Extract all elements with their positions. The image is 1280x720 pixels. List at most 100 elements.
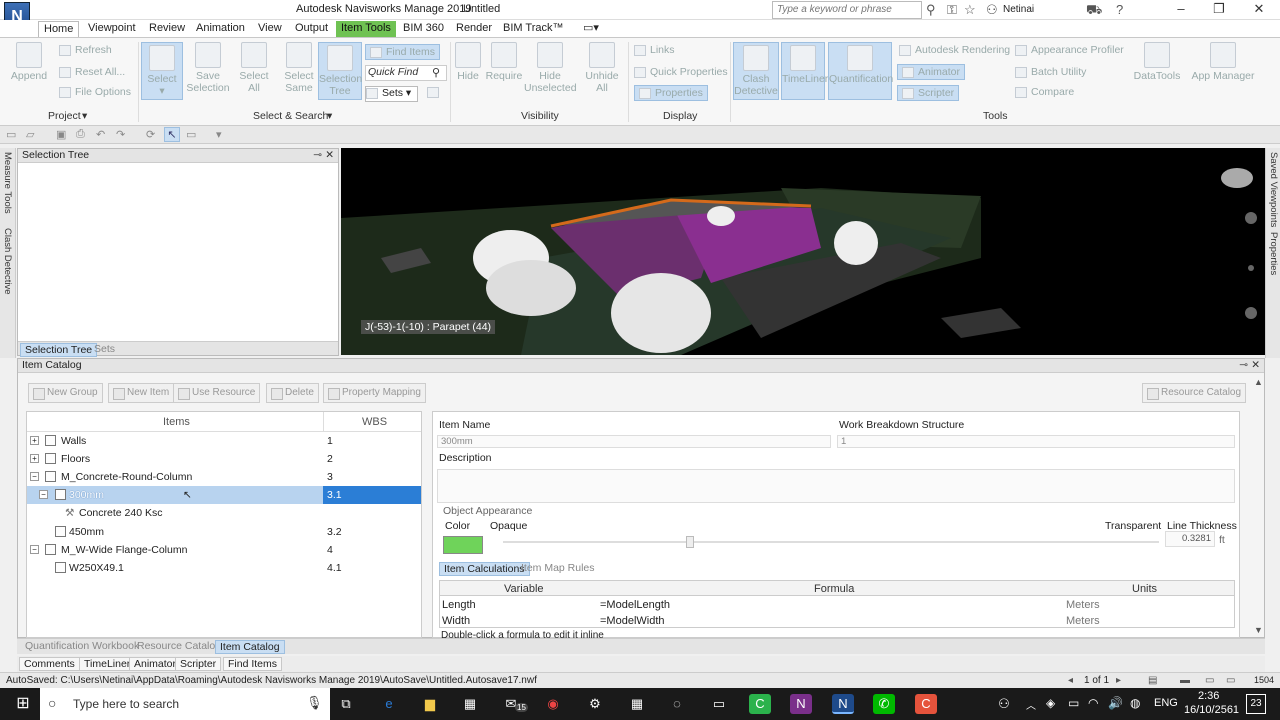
tray-app-icon-2[interactable]: ▭	[1068, 696, 1079, 710]
select-cursor-icon[interactable]: ↖	[164, 127, 180, 142]
tab-render[interactable]: Render	[451, 21, 497, 37]
saved-viewpoints-tab[interactable]: Saved Viewpoints	[1268, 152, 1279, 227]
cart-icon[interactable]: ⛟	[1086, 2, 1102, 20]
edge-icon[interactable]: e	[378, 694, 400, 714]
line-icon[interactable]: ✆	[873, 694, 895, 714]
select-search-group-label[interactable]: Select & Search	[253, 110, 328, 122]
tab-scripter[interactable]: Scripter	[175, 657, 222, 671]
chevron-down-icon[interactable]: ▾	[327, 110, 332, 122]
taskbar-search-input[interactable]: ○ Type here to search 🎙	[40, 688, 330, 720]
require-button[interactable]: Require	[485, 42, 523, 82]
quantification-button[interactable]: Quantification	[828, 42, 893, 100]
formula-column-header[interactable]: Formula	[814, 583, 854, 595]
help-icon[interactable]: ?	[1116, 2, 1123, 17]
tab-item-catalog[interactable]: Item Catalog	[215, 640, 285, 654]
chevron-down-icon[interactable]: ▾	[82, 110, 87, 122]
datatools-button[interactable]: DataTools	[1133, 42, 1181, 82]
scroll-down-icon[interactable]: ▼	[1254, 625, 1263, 635]
close-icon[interactable]: ✕	[1251, 359, 1260, 372]
table-row[interactable]: Width =ModelWidth Meters	[440, 613, 1234, 627]
select-same-button[interactable]: Select Same	[279, 42, 319, 94]
customize-icon[interactable]: ▾	[216, 128, 222, 141]
3d-viewport[interactable]: J(-53)-1(-10) : Parapet (44)	[341, 148, 1265, 355]
hide-unselected-button[interactable]: Hide Unselected	[524, 42, 577, 94]
tab-viewpoint[interactable]: Viewpoint	[83, 21, 141, 37]
wifi-icon[interactable]: ◠	[1088, 696, 1098, 710]
appearance-profiler-button[interactable]: Appearance Profiler	[1015, 44, 1124, 56]
sets-manage-button[interactable]	[427, 86, 443, 98]
save-selection-button[interactable]: Save Selection	[186, 42, 230, 94]
tab-item-tools[interactable]: Item Tools	[336, 21, 396, 37]
calculator-icon[interactable]: ▦	[626, 694, 648, 714]
signin-icon[interactable]: ⚿	[947, 2, 957, 18]
user-icon[interactable]: ⚇	[986, 2, 998, 18]
property-mapping-button[interactable]: Property Mapping	[323, 383, 426, 403]
print-icon[interactable]: ⎙	[76, 128, 85, 141]
tab-timeliner[interactable]: TimeLiner	[79, 657, 136, 671]
refresh-icon[interactable]: ⟳	[146, 128, 155, 141]
navisworks-taskbar-icon[interactable]: N	[832, 694, 854, 714]
store-icon[interactable]: ▦	[459, 694, 481, 714]
links-button[interactable]: Links	[634, 44, 675, 56]
volume-icon[interactable]: 🔊	[1108, 696, 1123, 710]
tab-bim360[interactable]: BIM 360	[398, 21, 449, 37]
wbs-field[interactable]: 1	[837, 435, 1235, 448]
resource-catalog-button[interactable]: Resource Catalog	[1142, 383, 1247, 403]
new-group-button[interactable]: New Group	[28, 383, 103, 403]
tab-view[interactable]: View	[253, 21, 287, 37]
action-center-icon[interactable]: 23	[1246, 694, 1266, 714]
file-options-button[interactable]: File Options	[59, 86, 131, 98]
refresh-button[interactable]: Refresh	[59, 44, 112, 56]
new-item-button[interactable]: New Item	[108, 383, 175, 403]
next-sheet-icon[interactable]: ▸	[1116, 673, 1121, 688]
properties-tab[interactable]: Properties	[1268, 232, 1279, 275]
task-view-icon[interactable]: ⧉	[335, 694, 357, 714]
new-icon[interactable]: ▭	[6, 128, 16, 141]
color-swatch[interactable]	[443, 536, 483, 554]
selection-tree-button[interactable]: Selection Tree	[318, 42, 362, 100]
app-icon-2[interactable]: ◌	[666, 694, 688, 714]
clash-detective-tab[interactable]: Clash Detective	[2, 228, 13, 295]
scroll-up-icon[interactable]: ▲	[1254, 377, 1263, 387]
save-icon[interactable]: ▣	[56, 128, 66, 141]
table-row[interactable]: Length =ModelLength Meters	[440, 597, 1234, 613]
window-icon[interactable]: ▭	[186, 128, 196, 141]
batch-utility-button[interactable]: Batch Utility	[1015, 66, 1086, 78]
tab-item-calculations[interactable]: Item Calculations	[439, 562, 530, 576]
language-indicator[interactable]: ENG	[1154, 697, 1178, 709]
tab-animation[interactable]: Animation	[191, 21, 250, 37]
prev-sheet-icon[interactable]: ◂	[1068, 673, 1073, 688]
app-icon[interactable]: ⚙	[584, 694, 606, 714]
append-button[interactable]: Append	[8, 42, 50, 82]
tree-row[interactable]: + Walls 1	[27, 432, 421, 450]
select-all-button[interactable]: Select All	[234, 42, 274, 94]
project-group-label[interactable]: Project	[48, 110, 81, 122]
select-button[interactable]: Select ▾	[141, 42, 183, 100]
user-name[interactable]: Netinai	[1003, 4, 1034, 15]
windows-start-icon[interactable]: ⊞	[12, 694, 34, 714]
tab-options-icon[interactable]: ▭▾	[578, 21, 604, 37]
chrome-icon[interactable]: ◉	[542, 694, 564, 714]
clash-detective-button[interactable]: Clash Detective	[733, 42, 779, 100]
collapse-icon[interactable]: −	[39, 490, 48, 499]
camtasia-icon[interactable]: C	[749, 694, 771, 714]
tab-review[interactable]: Review	[144, 21, 190, 37]
tray-app-icon[interactable]: ◈	[1046, 696, 1055, 710]
measure-tools-tab[interactable]: Measure Tools	[2, 152, 13, 214]
slider-thumb[interactable]	[686, 536, 694, 548]
people-icon[interactable]: ⚇	[993, 694, 1015, 714]
tree-row[interactable]: 450mm 3.2	[27, 523, 421, 541]
star-icon[interactable]: ☆	[964, 2, 976, 18]
help-search-input[interactable]: Type a keyword or phrase	[772, 1, 922, 19]
expand-icon[interactable]: +	[30, 454, 39, 463]
variable-column-header[interactable]: Variable	[504, 583, 544, 595]
collapse-icon[interactable]: −	[30, 545, 39, 554]
binoculars-icon[interactable]: ⚲	[926, 2, 936, 18]
tab-find-items[interactable]: Find Items	[223, 657, 283, 671]
tree-row[interactable]: − M_W-Wide Flange-Column 4	[27, 541, 421, 559]
pin-icon[interactable]: ⊸	[1239, 359, 1248, 372]
tree-row[interactable]: W250X49.1 4.1	[27, 559, 421, 577]
expand-icon[interactable]: +	[30, 436, 39, 445]
tree-row[interactable]: ⚒ Concrete 240 Ksc	[27, 504, 421, 522]
compare-button[interactable]: Compare	[1015, 86, 1074, 98]
